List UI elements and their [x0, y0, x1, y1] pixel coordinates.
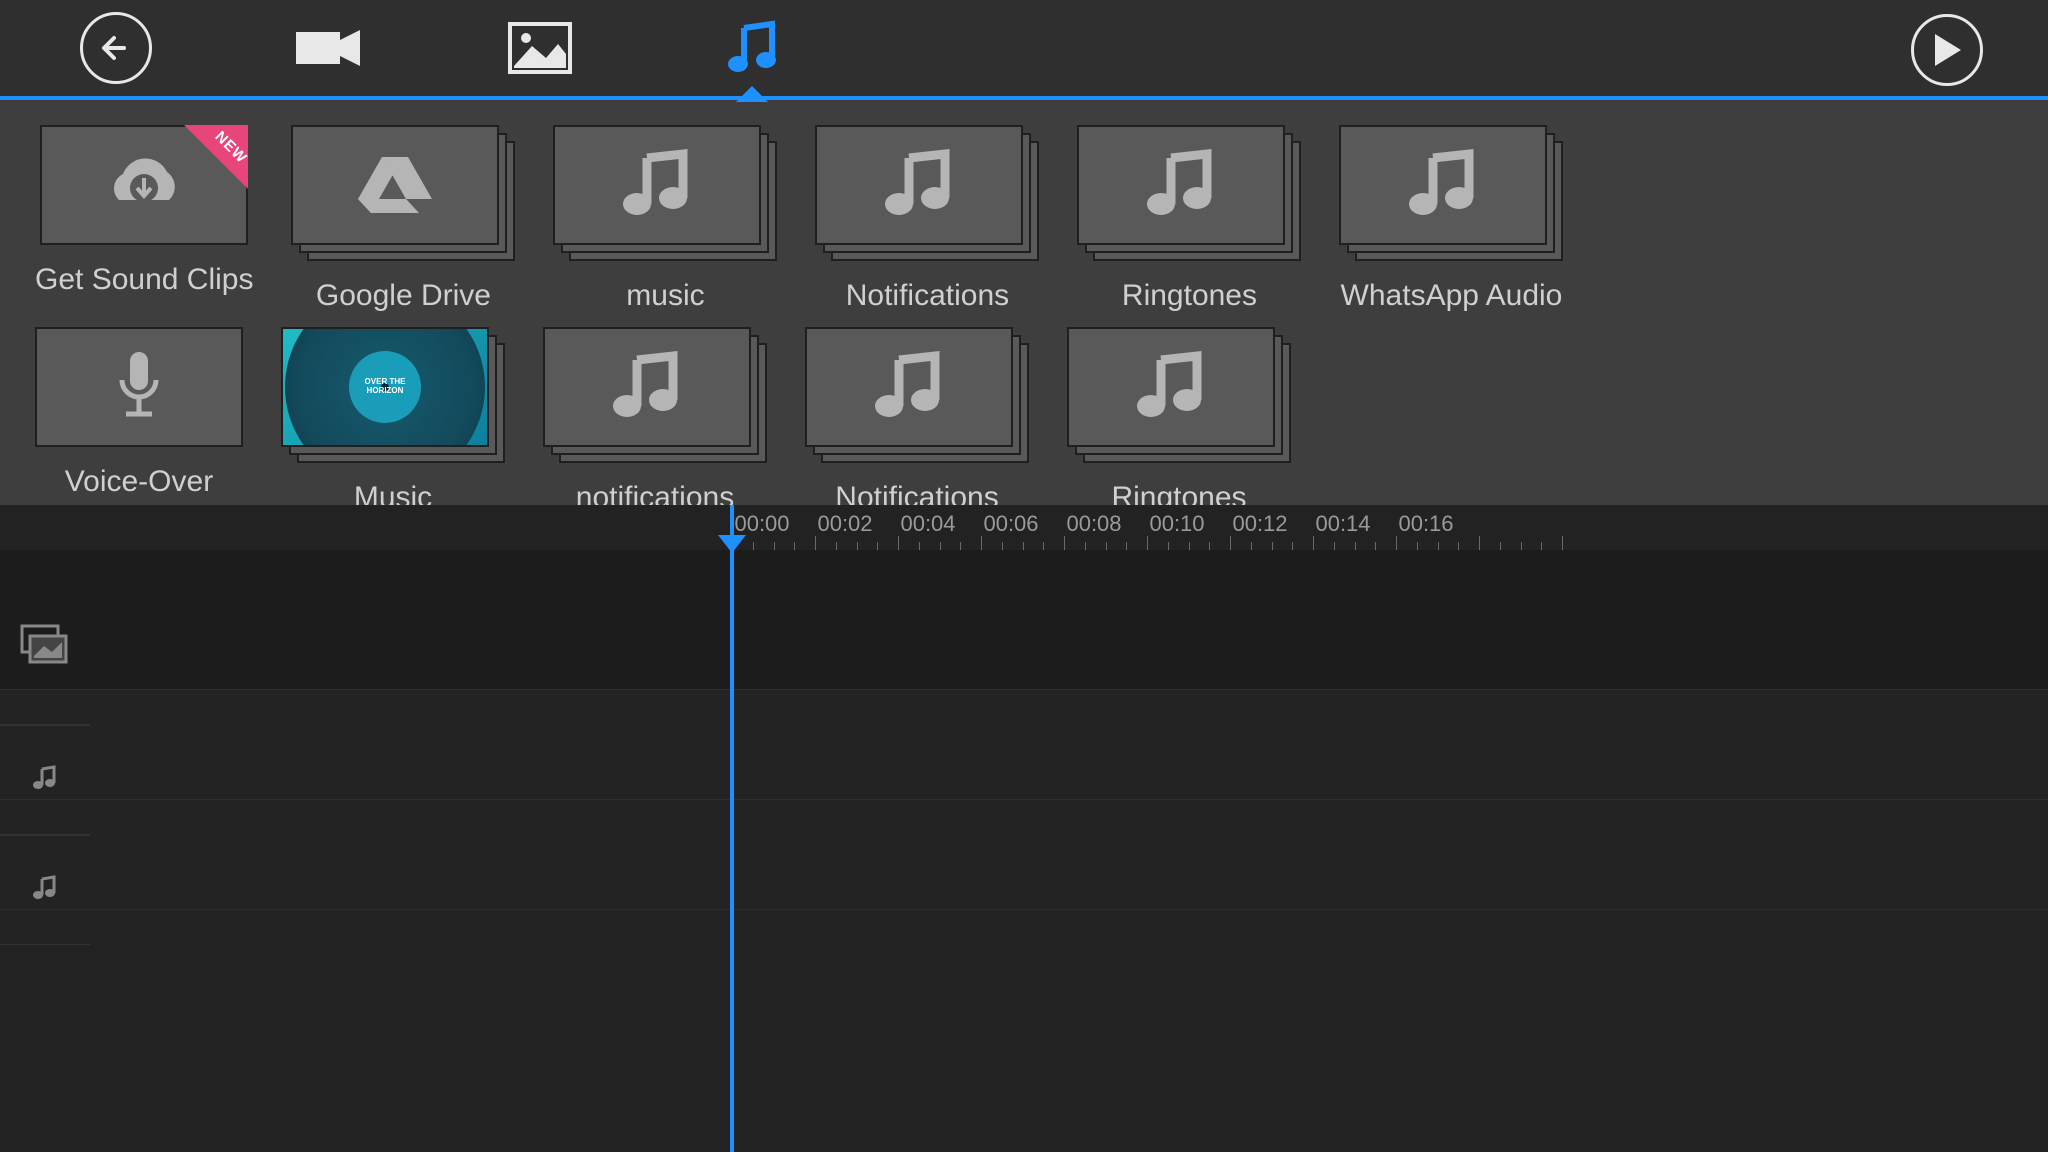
- track-lane-audio[interactable]: [0, 800, 2048, 910]
- time-label: 00:02: [817, 511, 872, 537]
- music-note-icon: [607, 350, 687, 424]
- music-note-icon: [1403, 148, 1483, 222]
- source-label: Ringtones: [1122, 279, 1257, 313]
- source-label: WhatsApp Audio: [1341, 279, 1563, 313]
- track-icons-column: [0, 565, 90, 945]
- time-label: 00:08: [1066, 511, 1121, 537]
- timeline-ruler[interactable]: 00:00 00:02 00:04 00:06 00:08 00:10 00:1…: [0, 505, 2048, 550]
- new-badge: NEW: [184, 125, 248, 189]
- source-label: Get Sound Clips: [35, 263, 253, 297]
- arrow-left-icon: [96, 28, 136, 68]
- toolbar-left: [0, 12, 788, 84]
- source-row: Voice-Over OVER THE HORIZON Music: [35, 327, 2048, 505]
- microphone-icon: [114, 348, 164, 426]
- time-label: 00:12: [1232, 511, 1287, 537]
- time-label: 00:00: [734, 511, 789, 537]
- music-note-small-icon: [30, 765, 60, 795]
- timeline-tracks: [0, 550, 2048, 910]
- source-label: Ringtones: [1111, 481, 1246, 505]
- time-label: 00:10: [1149, 511, 1204, 537]
- track-lane-audio[interactable]: [0, 690, 2048, 800]
- time-label: 00:14: [1315, 511, 1370, 537]
- drive-icon: [356, 151, 434, 219]
- source-row: NEW Get Sound Clips Google Drive: [35, 125, 2048, 313]
- time-label: 00:04: [900, 511, 955, 537]
- music-note-icon: [726, 20, 778, 76]
- music-note-small-icon: [30, 875, 60, 905]
- music-note-icon: [869, 350, 949, 424]
- time-label: 00:16: [1398, 511, 1453, 537]
- back-button[interactable]: [80, 12, 152, 84]
- source-google-drive[interactable]: Google Drive: [291, 125, 515, 313]
- image-icon: [508, 22, 572, 74]
- source-label: Google Drive: [316, 279, 491, 313]
- track-audio1-icon[interactable]: [0, 725, 90, 835]
- play-button[interactable]: [1911, 14, 1983, 86]
- ruler-ticks: [0, 536, 2048, 550]
- time-label: 00:06: [983, 511, 1038, 537]
- tab-image[interactable]: [504, 18, 576, 78]
- music-note-icon: [1131, 350, 1211, 424]
- music-note-icon: [1141, 148, 1221, 222]
- source-notifications[interactable]: Notifications: [815, 125, 1039, 313]
- source-ringtones[interactable]: Ringtones: [1077, 125, 1301, 313]
- track-media-icon[interactable]: [0, 565, 90, 725]
- source-label: Notifications: [835, 481, 998, 505]
- timeline[interactable]: 00:00 00:02 00:04 00:06 00:08 00:10 00:1…: [0, 505, 2048, 1152]
- music-note-icon: [617, 148, 697, 222]
- play-icon: [1931, 32, 1963, 68]
- source-label: music: [626, 279, 704, 313]
- source-ringtones-2[interactable]: Ringtones: [1067, 327, 1291, 505]
- tab-music[interactable]: [716, 18, 788, 78]
- tab-video[interactable]: [292, 18, 364, 78]
- video-camera-icon: [292, 24, 364, 72]
- source-music-folder[interactable]: music: [553, 125, 777, 313]
- source-label: Notifications: [846, 279, 1009, 313]
- source-label: Music: [354, 481, 432, 505]
- source-label: Voice-Over: [65, 465, 213, 499]
- source-get-sound-clips[interactable]: NEW Get Sound Clips: [35, 125, 253, 313]
- music-note-icon: [879, 148, 959, 222]
- track-audio2-icon[interactable]: [0, 835, 90, 945]
- track-lane-media[interactable]: [0, 550, 2048, 690]
- source-voice-over[interactable]: Voice-Over: [35, 327, 243, 505]
- top-toolbar: [0, 0, 2048, 100]
- album-art-icon: OVER THE HORIZON: [281, 327, 489, 447]
- playhead[interactable]: [730, 505, 734, 1152]
- source-label: notifications: [576, 481, 734, 505]
- cloud-download-icon: [99, 150, 189, 220]
- source-notifications-2[interactable]: Notifications: [805, 327, 1029, 505]
- source-music-album[interactable]: OVER THE HORIZON Music: [281, 327, 505, 505]
- source-whatsapp-audio[interactable]: WhatsApp Audio: [1339, 125, 1563, 313]
- source-notifications-lower[interactable]: notifications: [543, 327, 767, 505]
- audio-source-browser: NEW Get Sound Clips Google Drive: [0, 100, 2048, 505]
- media-layers-icon: [20, 624, 70, 666]
